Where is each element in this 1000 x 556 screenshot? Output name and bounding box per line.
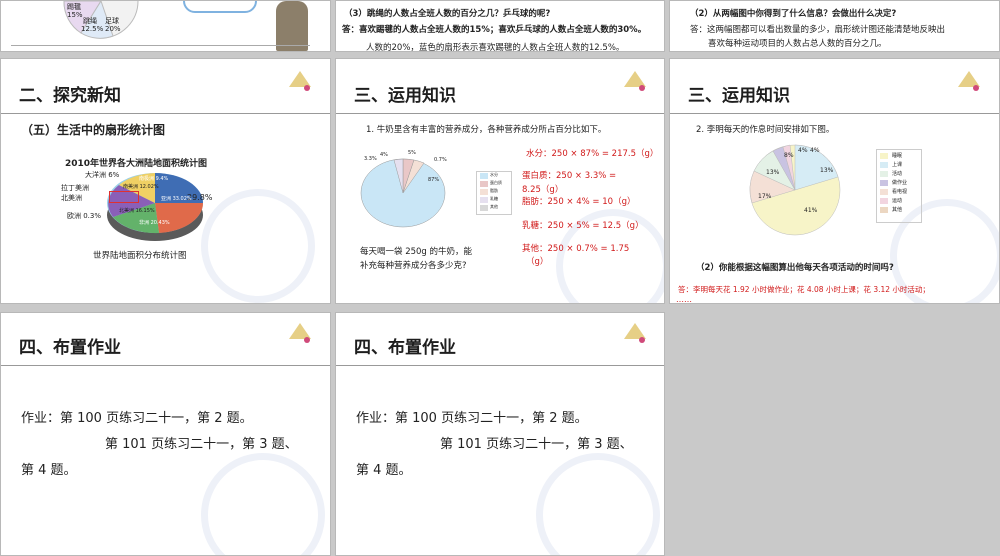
question-line: 补充每种营养成分各多少克?: [360, 261, 467, 271]
slide-thumbnail-3[interactable]: （2）从两幅图中你得到了什么信息？会做出什么决定? 答：这两幅图都可以看出数量的…: [669, 0, 1000, 52]
answer-line-2: 喜欢每种运动项目的人数占总人数的百分之几。: [708, 39, 887, 49]
slide-title: 二、探究新知: [19, 86, 121, 106]
speech-bubble: [183, 1, 257, 13]
pie-label: 3.3%: [364, 156, 377, 162]
boy-illustration: [276, 1, 308, 51]
chart-label: 北美洲 16.15%: [119, 208, 155, 214]
pie-label: 13%: [766, 169, 780, 176]
legend-item: 看电视: [892, 189, 908, 195]
slide-title: 三、运用知识: [688, 86, 790, 106]
slide-thumbnail-4[interactable]: 二、探究新知 （五）生活中的扇形统计图 2010年世界各大洲陆地面积统计图 大洋…: [0, 58, 331, 304]
answer-line: 脂肪：250 × 4% = 10（g）: [522, 197, 636, 207]
pie-label-b-pct: 12.5%: [81, 25, 104, 33]
slide-thumbnail-5[interactable]: 三、运用知识 1. 牛奶里含有丰富的营养成分，各种营养成分所占百分比如下。 3.…: [335, 58, 665, 304]
slide-thumbnail-1[interactable]: 踢毽 15% 跳绳 12.5% 足球 20%: [0, 0, 331, 52]
problem-text: 1. 牛奶里含有丰富的营养成分，各种营养成分所占百分比如下。: [366, 125, 607, 135]
legend-item: 脂肪: [490, 188, 498, 193]
legend-item: 运动: [892, 198, 903, 204]
daily-schedule-pie-chart: [749, 144, 841, 236]
legend-item: 上课: [892, 162, 903, 168]
homework-line: 第 4 题。: [356, 463, 412, 478]
question-line: （2）从两幅图中你得到了什么信息？会做出什么决定?: [690, 9, 897, 19]
chart-label: 亚洲 33.02%: [161, 196, 192, 202]
answer-line-2: 人数的20%，蓝色的扇形表示喜欢踢毽的人数占全班人数的12.5%。: [366, 43, 625, 52]
pie-label: 41%: [804, 207, 818, 214]
answer-line: 8.25（g）: [522, 185, 564, 195]
slide-title: 四、布置作业: [19, 338, 121, 358]
slide-thumbnail-7[interactable]: 四、布置作业 作业：第 100 页练习二十一，第 2 题。 第 101 页练习二…: [0, 312, 331, 556]
pie-label: 17%: [758, 193, 772, 200]
question-line: （3）跳绳的人数占全班人数的百分之几？乒乓球的呢?: [344, 9, 551, 19]
legend-item: 蛋白质: [490, 180, 502, 185]
pie-label: 87%: [428, 177, 440, 183]
answer-line: （g）: [526, 257, 549, 267]
chart-label: 大洋洲 6%: [85, 171, 120, 179]
pie-label: 8%: [784, 152, 794, 159]
question-line: （2）你能根据这幅图算出他每天各项活动的时间吗?: [696, 263, 894, 273]
pie-label: 4%: [380, 152, 388, 158]
pie-label: 4%: [798, 147, 808, 154]
homework-line: 第 4 题。: [21, 463, 77, 478]
slide-thumbnail-8[interactable]: 四、布置作业 作业：第 100 页练习二十一，第 2 题。 第 101 页练习二…: [335, 312, 665, 556]
chart-label: 南极洲 9.4%: [139, 176, 169, 182]
pie-label-c-pct: 20%: [105, 25, 121, 33]
chart-label: 北美洲: [61, 194, 82, 202]
legend-item: 其他: [490, 204, 498, 209]
legend-item: 活动: [892, 171, 903, 177]
pie-label: 5%: [408, 150, 416, 156]
section-subtitle: （五）生活中的扇形统计图: [21, 123, 166, 137]
legend-item: 水分: [490, 172, 498, 177]
pie-label: 0.7%: [434, 157, 447, 163]
answer-line: 其他：250 × 0.7% = 1.75: [522, 244, 630, 254]
slide-title: 三、运用知识: [354, 86, 456, 106]
pie-label: 4%: [810, 147, 820, 154]
pie-label: 13%: [820, 167, 834, 174]
slide-thumbnail-6[interactable]: 三、运用知识 2. 李明每天的作息时间安排如下图。 8% 4% 4% 13% 1…: [669, 58, 1000, 304]
answer-dots: ……: [676, 295, 692, 304]
chart-label: 拉丁美洲: [61, 184, 89, 192]
homework-line: 第 101 页练习二十一，第 3 题、: [440, 437, 633, 452]
homework-line: 作业：第 100 页练习二十一，第 2 题。: [21, 411, 253, 426]
slide-thumbnail-2[interactable]: （3）跳绳的人数占全班人数的百分之几？乒乓球的呢? 答：喜欢踢毽的人数占全班人数…: [335, 0, 665, 52]
slide-title: 四、布置作业: [354, 338, 456, 358]
chart-highlight-box: [109, 191, 139, 203]
problem-text: 2. 李明每天的作息时间安排如下图。: [696, 125, 835, 135]
legend-item: 做作业: [892, 180, 908, 186]
question-line: 每天喝一袋 250g 的牛奶，能: [360, 247, 473, 257]
legend-item: 睡眠: [892, 153, 903, 159]
answer-line: 蛋白质：250 × 3.3% =: [522, 171, 617, 181]
milk-pie-chart: [360, 158, 446, 228]
homework-line: 作业：第 100 页练习二十一，第 2 题。: [356, 411, 588, 426]
answer-line: 答：这两幅图都可以看出数量的多少，扇形统计图还能清楚地反映出: [690, 25, 946, 35]
chart-label: 非洲 20.43%: [139, 220, 170, 226]
homework-line: 第 101 页练习二十一，第 3 题、: [105, 437, 298, 452]
legend-item: 其他: [892, 207, 903, 213]
legend-item: 乳糖: [490, 196, 498, 201]
pie-label-a-pct: 15%: [67, 11, 83, 19]
answer-line: 答：喜欢踢毽的人数占全班人数的15%；喜欢乒乓球的人数占全班人数的30%。: [342, 25, 647, 35]
answer-line: 乳糖：250 × 5% = 12.5（g）: [522, 221, 644, 231]
chart-label: 南美洲 12.02%: [123, 184, 159, 190]
chart-label: 欧洲 0.3%: [67, 212, 102, 220]
answer-line: 水分：250 × 87% = 217.5（g）: [526, 149, 659, 159]
answer-line: 答：李明每天花 1.92 小时做作业；花 4.08 小时上课；花 3.12 小时…: [678, 285, 930, 294]
chart-caption: 世界陆地面积分布统计图: [93, 251, 187, 261]
